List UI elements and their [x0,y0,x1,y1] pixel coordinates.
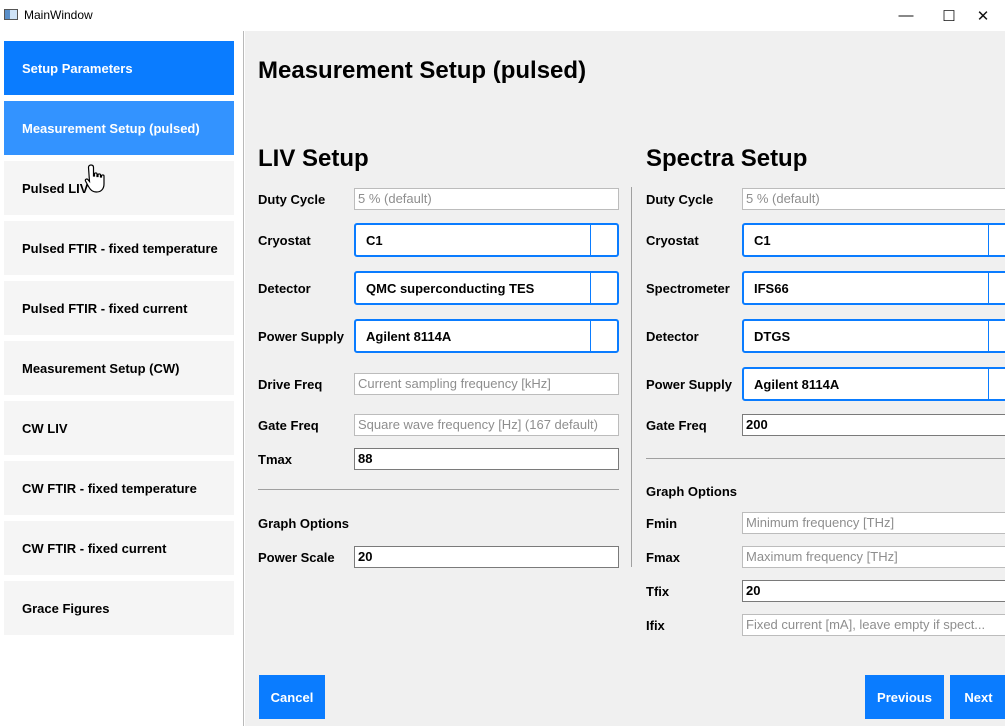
sidebar-item-cw-ftir-fixed-temperature[interactable]: CW FTIR - fixed temperature [4,461,234,515]
liv-divider [258,489,619,490]
liv-gate-freq-label: Gate Freq [258,418,319,433]
liv-cryostat-select[interactable]: C1 [354,223,619,257]
sidebar-item-pulsed-ftir-fixed-temperature[interactable]: Pulsed FTIR - fixed temperature [4,221,234,275]
dropdown-divider [590,225,591,255]
column-separator [631,187,632,567]
minimize-button[interactable]: — [883,0,929,31]
spectra-graph-options-heading: Graph Options [646,484,737,499]
close-button[interactable]: ✕ [960,0,1005,31]
spectra-gate-freq-label: Gate Freq [646,418,707,433]
liv-power-scale-label: Power Scale [258,550,335,565]
dropdown-divider [988,225,989,255]
liv-gate-freq-input[interactable]: Square wave frequency [Hz] (167 default) [354,414,619,436]
spectra-fmax-label: Fmax [646,550,680,565]
liv-detector-label: Detector [258,281,311,296]
window-title: MainWindow [24,8,93,22]
liv-drive-freq-input[interactable]: Current sampling frequency [kHz] [354,373,619,395]
liv-duty-cycle-label: Duty Cycle [258,192,326,207]
liv-power-supply-label: Power Supply [258,329,344,344]
sidebar-item-label: CW LIV [22,420,68,436]
spectra-duty-cycle-input[interactable]: 5 % (default) [742,188,1005,210]
spectra-spectrometer-select[interactable]: IFS66 [742,271,1005,305]
spectra-spectrometer-value: IFS66 [754,281,789,296]
liv-cryostat-value: C1 [366,233,383,248]
dropdown-divider [590,321,591,351]
dropdown-divider [988,321,989,351]
spectra-ifix-label: Ifix [646,618,665,633]
liv-graph-options-heading: Graph Options [258,516,349,531]
sidebar-item-grace-figures[interactable]: Grace Figures [4,581,234,635]
previous-button[interactable]: Previous [865,675,944,719]
sidebar-item-measurement-setup-cw[interactable]: Measurement Setup (CW) [4,341,234,395]
liv-power-supply-value: Agilent 8114A [366,329,452,344]
spectra-detector-select[interactable]: DTGS [742,319,1005,353]
spectra-detector-value: DTGS [754,329,791,344]
spectra-ifix-input[interactable]: Fixed current [mA], leave empty if spect… [742,614,1005,636]
liv-duty-cycle-input[interactable]: 5 % (default) [354,188,619,210]
spectra-fmin-input[interactable]: Minimum frequency [THz] [742,512,1005,534]
spectra-power-supply-label: Power Supply [646,377,732,392]
spectra-tfix-input[interactable]: 20 [742,580,1005,602]
spectra-gate-freq-input[interactable]: 200 [742,414,1005,436]
spectra-detector-label: Detector [646,329,699,344]
spectra-power-supply-value: Agilent 8114A [754,377,840,392]
sidebar-item-label: Measurement Setup (CW) [22,360,180,376]
sidebar-item-pulsed-ftir-fixed-current[interactable]: Pulsed FTIR - fixed current [4,281,234,335]
spectra-spectrometer-label: Spectrometer [646,281,730,296]
sidebar-item-setup-parameters[interactable]: Setup Parameters [4,41,234,95]
dropdown-divider [988,369,989,399]
spectra-cryostat-label: Cryostat [646,233,699,248]
dropdown-divider [590,273,591,303]
liv-power-scale-input[interactable]: 20 [354,546,619,568]
title-bar: MainWindow — ☐ ✕ [0,0,1005,31]
liv-setup-title: LIV Setup [258,145,369,172]
spectra-cryostat-value: C1 [754,233,771,248]
sidebar-item-label: Grace Figures [22,600,110,616]
page-title: Measurement Setup (pulsed) [258,57,587,84]
sidebar-item-label: Pulsed LIV [22,180,89,196]
sidebar: Setup Parameters Measurement Setup (puls… [0,31,244,726]
liv-tmax-input[interactable]: 88 [354,448,619,470]
liv-cryostat-label: Cryostat [258,233,311,248]
spectra-divider [646,458,1005,459]
dropdown-divider [988,273,989,303]
next-button[interactable]: Next [950,675,1005,719]
sidebar-item-measurement-setup-pulsed[interactable]: Measurement Setup (pulsed) [4,101,234,155]
spectra-power-supply-select[interactable]: Agilent 8114A [742,367,1005,401]
spectra-cryostat-select[interactable]: C1 [742,223,1005,257]
liv-detector-value: QMC superconducting TES [366,281,535,296]
spectra-fmin-label: Fmin [646,516,678,531]
spectra-tfix-label: Tfix [646,584,670,599]
cancel-button[interactable]: Cancel [259,675,325,719]
spectra-fmax-input[interactable]: Maximum frequency [THz] [742,546,1005,568]
hand-cursor-icon [84,164,105,193]
app-icon [4,9,18,20]
sidebar-item-label: CW FTIR - fixed current [22,540,167,556]
liv-detector-select[interactable]: QMC superconducting TES [354,271,619,305]
sidebar-item-label: CW FTIR - fixed temperature [22,480,197,496]
main-panel: Measurement Setup (pulsed) LIV Setup Dut… [245,31,1005,726]
sidebar-item-label: Pulsed FTIR - fixed current [22,300,188,316]
sidebar-item-cw-liv[interactable]: CW LIV [4,401,234,455]
sidebar-item-label: Pulsed FTIR - fixed temperature [22,240,218,256]
sidebar-item-label: Measurement Setup (pulsed) [22,120,200,136]
sidebar-item-cw-ftir-fixed-current[interactable]: CW FTIR - fixed current [4,521,234,575]
liv-tmax-label: Tmax [258,452,292,467]
sidebar-item-label: Setup Parameters [22,60,133,76]
liv-power-supply-select[interactable]: Agilent 8114A [354,319,619,353]
spectra-setup-title: Spectra Setup [646,145,808,172]
sidebar-item-pulsed-liv[interactable]: Pulsed LIV [4,161,234,215]
liv-drive-freq-label: Drive Freq [258,377,323,392]
spectra-duty-cycle-label: Duty Cycle [646,192,714,207]
